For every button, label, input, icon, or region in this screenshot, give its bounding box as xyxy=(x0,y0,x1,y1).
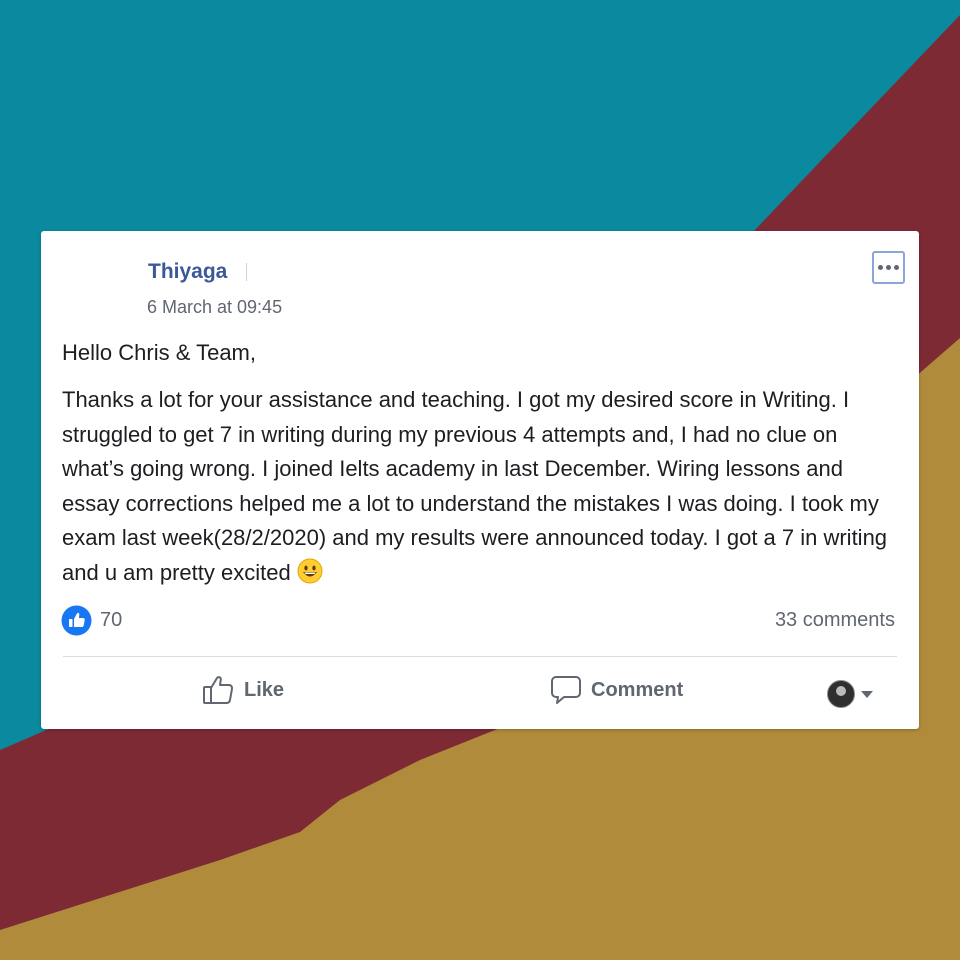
ellipsis-icon xyxy=(878,265,899,270)
grinning-face-emoji-icon xyxy=(297,558,323,583)
post-greeting: Hello Chris & Team, xyxy=(62,340,256,365)
author-divider xyxy=(246,263,247,281)
reactions-summary[interactable]: 70 xyxy=(61,605,122,636)
comment-icon xyxy=(551,676,581,704)
post-author-name[interactable]: Thiyaga xyxy=(148,260,227,284)
action-bar-divider xyxy=(63,656,897,657)
react-as-selector[interactable] xyxy=(827,680,873,708)
post-card: Thiyaga 6 March at 09:45 Hello Chris & T… xyxy=(41,231,919,729)
avatar xyxy=(827,680,855,708)
like-button[interactable]: Like xyxy=(202,674,284,706)
comments-count[interactable]: 33 comments xyxy=(775,609,895,632)
thumbs-up-icon xyxy=(203,676,234,704)
post-body-text: Thanks a lot for your assistance and tea… xyxy=(62,387,888,585)
chevron-down-icon xyxy=(861,690,873,698)
comment-button[interactable]: Comment xyxy=(550,674,683,706)
like-button-label: Like xyxy=(244,678,285,701)
post-body: Thanks a lot for your assistance and tea… xyxy=(62,383,902,590)
comment-button-label: Comment xyxy=(591,678,684,701)
post-options-button[interactable] xyxy=(872,251,905,284)
like-badge-icon xyxy=(61,605,92,636)
post-timestamp[interactable]: 6 March at 09:45 xyxy=(147,297,282,318)
like-count: 70 xyxy=(100,609,123,631)
